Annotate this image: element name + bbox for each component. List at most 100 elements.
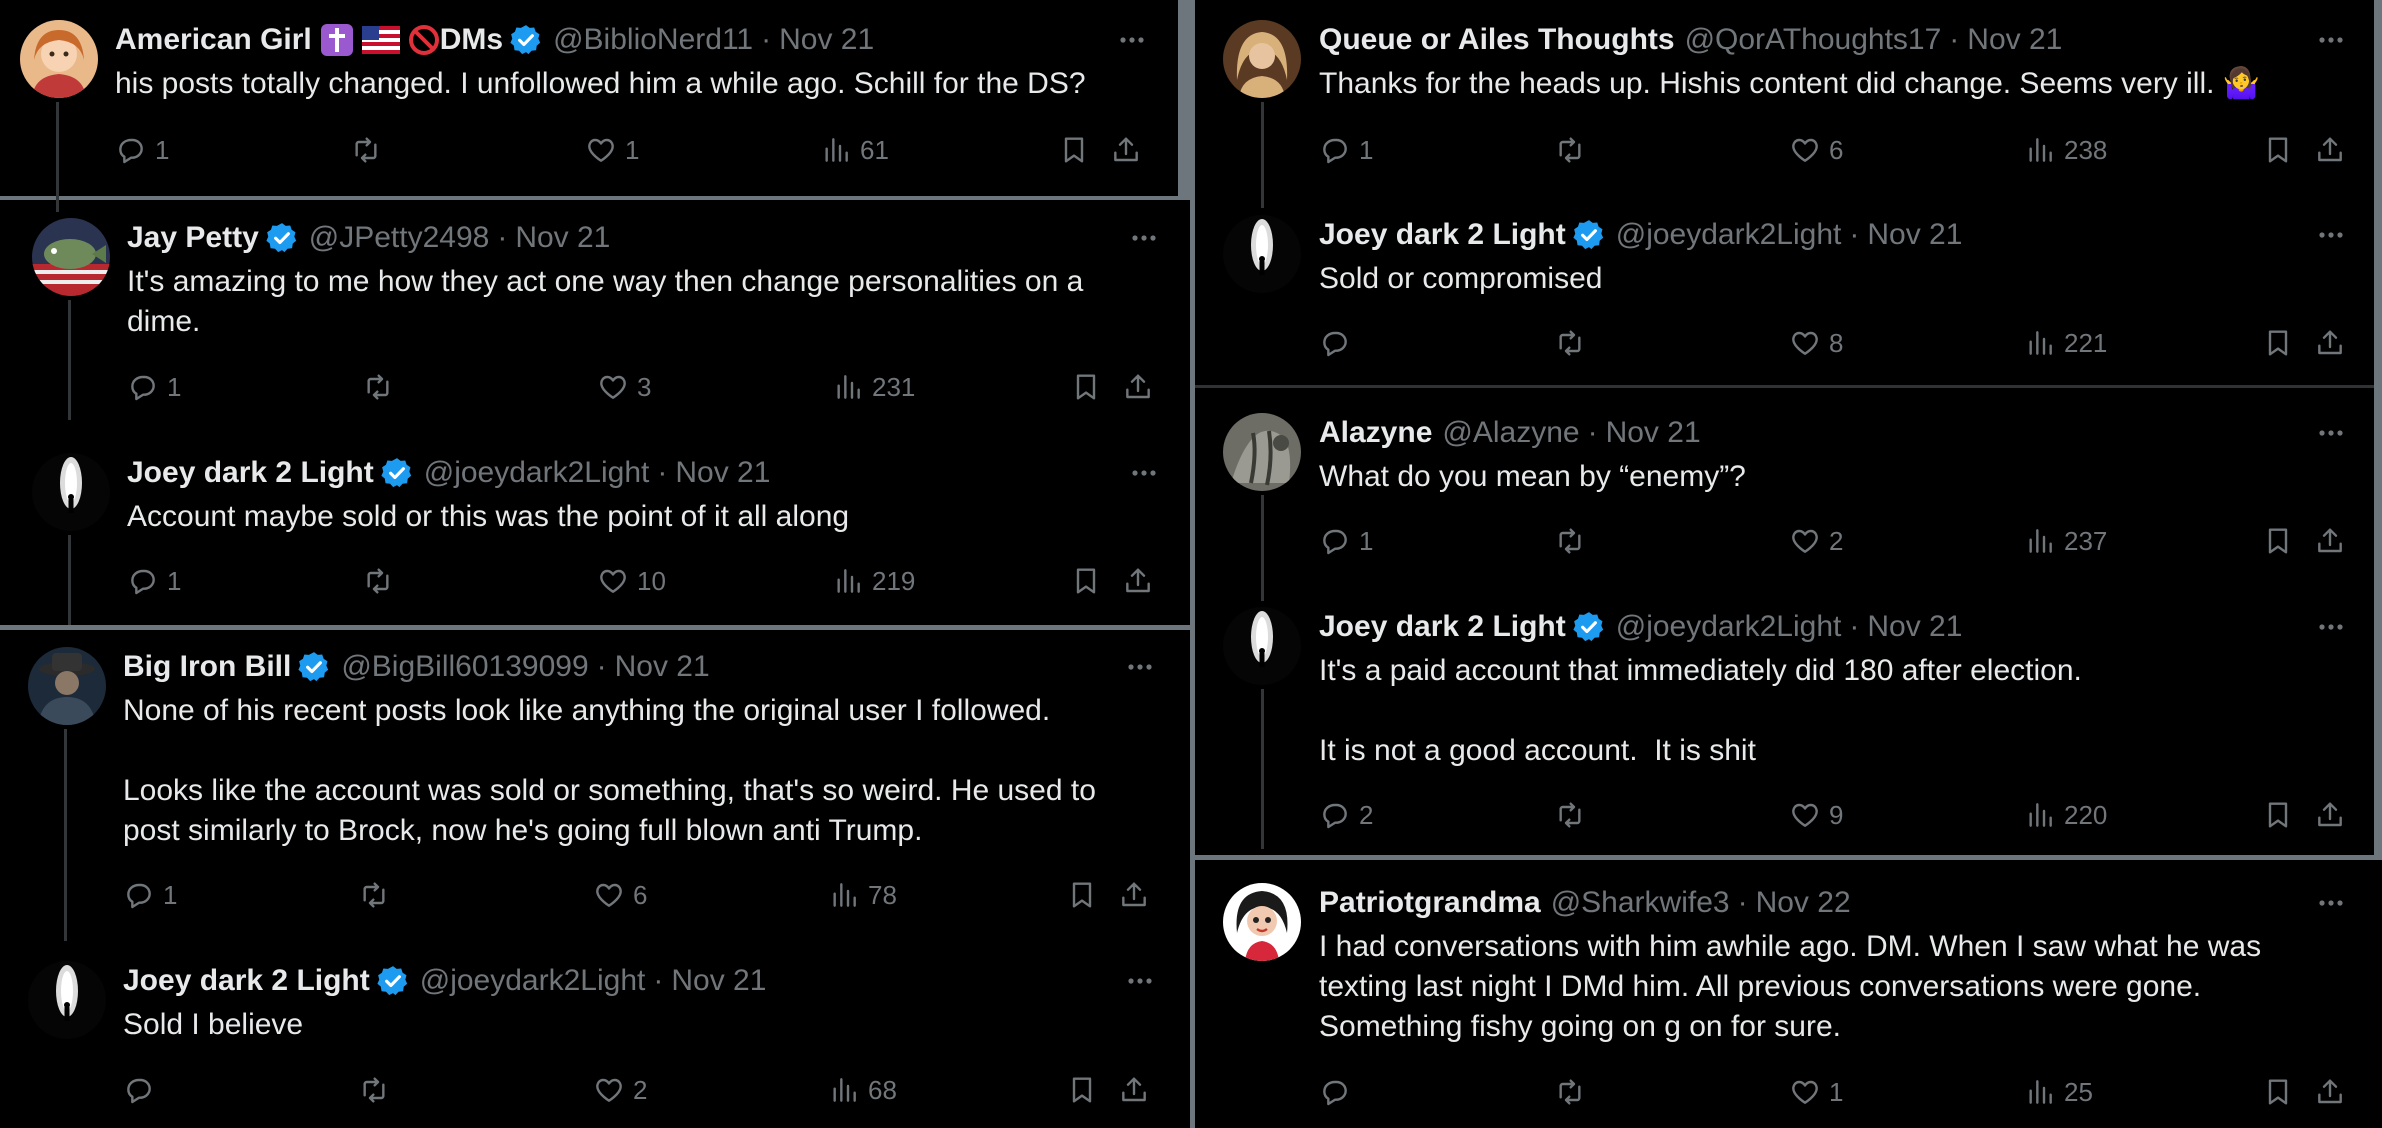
like-button[interactable]: 10 xyxy=(597,561,666,601)
author-name[interactable]: Queue or Ailes Thoughts xyxy=(1319,20,1675,60)
author-name[interactable]: American Girl xyxy=(115,20,312,60)
repost-button[interactable] xyxy=(1554,1072,1586,1112)
more-icon[interactable] xyxy=(2311,413,2351,453)
bookmark-button[interactable] xyxy=(1066,1070,1098,1110)
post[interactable]: American Girl DMs @BiblioNerd11 · Nov 21… xyxy=(0,20,1178,212)
avatar[interactable] xyxy=(28,961,106,1039)
reply-button[interactable]: 1 xyxy=(1319,130,1373,170)
repost-button[interactable] xyxy=(362,561,394,601)
views-button[interactable]: 237 xyxy=(2024,521,2107,561)
reply-button[interactable] xyxy=(1319,1072,1359,1112)
avatar[interactable] xyxy=(28,647,106,725)
post-date[interactable]: Nov 21 xyxy=(1867,607,1962,647)
reply-button[interactable]: 1 xyxy=(127,561,181,601)
post[interactable]: Alazyne @Alazyne · Nov 21 What do you me… xyxy=(1195,413,2374,601)
post-date[interactable]: Nov 21 xyxy=(779,20,874,60)
avatar[interactable] xyxy=(1223,607,1301,685)
views-button[interactable]: 25 xyxy=(2024,1072,2093,1112)
like-button[interactable]: 6 xyxy=(593,875,647,915)
author-name-suffix[interactable]: DMs xyxy=(440,20,503,60)
post[interactable]: Queue or Ailes Thoughts @QorAThoughts17 … xyxy=(1195,20,2374,208)
repost-button[interactable] xyxy=(350,130,382,170)
post-date[interactable]: Nov 21 xyxy=(615,647,710,687)
author-name[interactable]: Big Iron Bill xyxy=(123,647,291,687)
repost-button[interactable] xyxy=(358,875,390,915)
post-date[interactable]: Nov 21 xyxy=(515,218,610,258)
author-name[interactable]: Patriotgrandma xyxy=(1319,883,1541,923)
reply-button[interactable]: 1 xyxy=(123,875,177,915)
reply-button[interactable] xyxy=(123,1070,163,1110)
more-icon[interactable] xyxy=(2311,883,2351,923)
author-name[interactable]: Jay Petty xyxy=(127,218,259,258)
repost-button[interactable] xyxy=(362,367,394,407)
share-button[interactable] xyxy=(2314,323,2346,363)
author-handle[interactable]: @joeydark2Light xyxy=(1616,607,1842,647)
author-name[interactable]: Alazyne xyxy=(1319,413,1432,453)
views-button[interactable]: 219 xyxy=(832,561,915,601)
author-handle[interactable]: @joeydark2Light xyxy=(424,453,650,493)
avatar[interactable] xyxy=(1223,20,1301,98)
like-button[interactable]: 6 xyxy=(1789,130,1843,170)
author-name[interactable]: Joey dark 2 Light xyxy=(127,453,374,493)
post[interactable]: Joey dark 2 Light @joeydark2Light · Nov … xyxy=(1195,215,2374,375)
post[interactable]: Joey dark 2 Light @joeydark2Light · Nov … xyxy=(0,453,1190,625)
post[interactable]: Joey dark 2 Light @joeydark2Light · Nov … xyxy=(1195,607,2374,849)
like-button[interactable]: 1 xyxy=(585,130,639,170)
views-button[interactable]: 238 xyxy=(2024,130,2107,170)
like-button[interactable]: 2 xyxy=(1789,521,1843,561)
avatar[interactable] xyxy=(32,218,110,296)
reply-button[interactable]: 1 xyxy=(1319,521,1373,561)
avatar[interactable] xyxy=(32,453,110,531)
more-icon[interactable] xyxy=(1120,961,1160,1001)
reply-button[interactable]: 2 xyxy=(1319,795,1373,835)
like-button[interactable]: 2 xyxy=(593,1070,647,1110)
share-button[interactable] xyxy=(2314,521,2346,561)
bookmark-button[interactable] xyxy=(1058,130,1090,170)
avatar[interactable] xyxy=(1223,883,1301,961)
bookmark-button[interactable] xyxy=(2262,323,2294,363)
post[interactable]: Joey dark 2 Light @joeydark2Light · Nov … xyxy=(0,961,1190,1121)
like-button[interactable]: 3 xyxy=(597,367,651,407)
post-date[interactable]: Nov 21 xyxy=(675,453,770,493)
views-button[interactable]: 68 xyxy=(828,1070,897,1110)
views-button[interactable]: 61 xyxy=(820,130,889,170)
like-button[interactable]: 1 xyxy=(1789,1072,1843,1112)
more-icon[interactable] xyxy=(1124,218,1164,258)
bookmark-button[interactable] xyxy=(1070,561,1102,601)
reply-button[interactable]: 1 xyxy=(115,130,169,170)
like-button[interactable]: 9 xyxy=(1789,795,1843,835)
author-handle[interactable]: @Sharkwife3 xyxy=(1551,883,1730,923)
author-handle[interactable]: @QorAThoughts17 xyxy=(1685,20,1942,60)
reply-button[interactable] xyxy=(1319,323,1359,363)
share-button[interactable] xyxy=(2314,795,2346,835)
views-button[interactable]: 78 xyxy=(828,875,897,915)
bookmark-button[interactable] xyxy=(1070,367,1102,407)
author-handle[interactable]: @joeydark2Light xyxy=(420,961,646,1001)
share-button[interactable] xyxy=(2314,130,2346,170)
repost-button[interactable] xyxy=(1554,323,1586,363)
more-icon[interactable] xyxy=(2311,20,2351,60)
avatar[interactable] xyxy=(1223,215,1301,293)
post[interactable]: Big Iron Bill @BigBill60139099 · Nov 21 … xyxy=(0,647,1190,941)
more-icon[interactable] xyxy=(1124,453,1164,493)
author-name[interactable]: Joey dark 2 Light xyxy=(1319,215,1566,255)
more-icon[interactable] xyxy=(2311,607,2351,647)
views-button[interactable]: 220 xyxy=(2024,795,2107,835)
bookmark-button[interactable] xyxy=(2262,1072,2294,1112)
post-date[interactable]: Nov 21 xyxy=(1867,215,1962,255)
author-name[interactable]: Joey dark 2 Light xyxy=(1319,607,1566,647)
views-button[interactable]: 231 xyxy=(832,367,915,407)
avatar[interactable] xyxy=(20,20,98,98)
repost-button[interactable] xyxy=(1554,521,1586,561)
author-handle[interactable]: @BigBill60139099 xyxy=(341,647,588,687)
more-icon[interactable] xyxy=(1112,20,1152,60)
share-button[interactable] xyxy=(1110,130,1142,170)
repost-button[interactable] xyxy=(1554,130,1586,170)
bookmark-button[interactable] xyxy=(2262,130,2294,170)
views-button[interactable]: 221 xyxy=(2024,323,2107,363)
post[interactable]: Jay Petty @JPetty2498 · Nov 21 It's amaz… xyxy=(0,218,1190,420)
author-handle[interactable]: @joeydark2Light xyxy=(1616,215,1842,255)
post[interactable]: Patriotgrandma @Sharkwife3 · Nov 22 I ha… xyxy=(1195,883,2382,1123)
like-button[interactable]: 8 xyxy=(1789,323,1843,363)
share-button[interactable] xyxy=(1118,1070,1150,1110)
